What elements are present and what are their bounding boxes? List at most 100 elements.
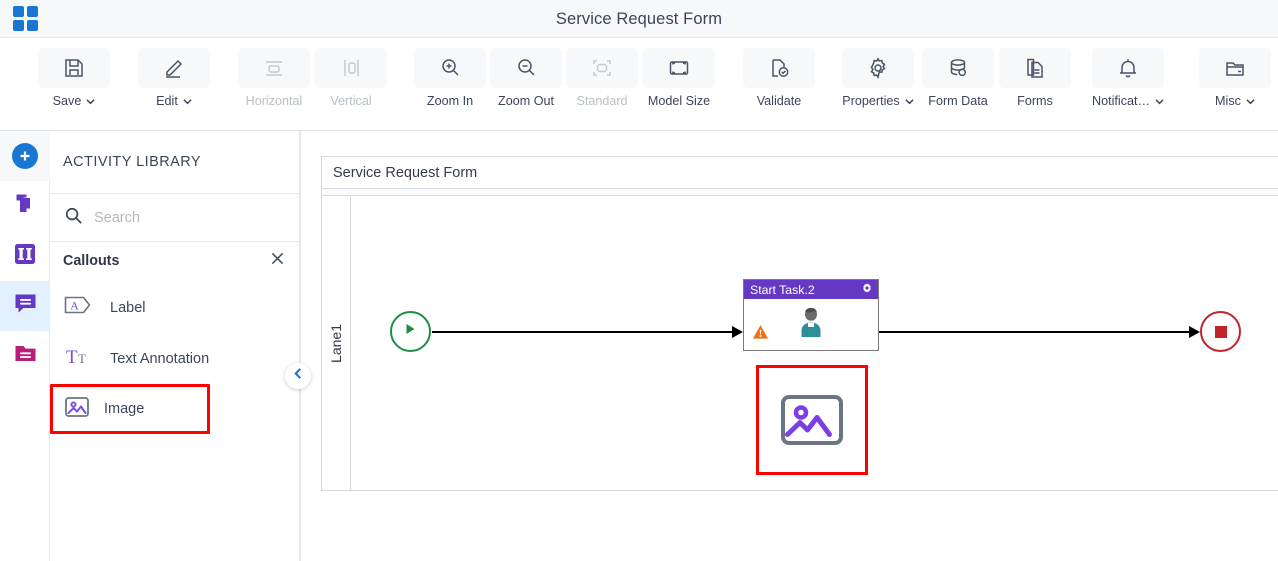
vertical-icon (315, 48, 387, 88)
toolbar-button-standard[interactable]: Standard (566, 48, 638, 108)
toolbar-label: Save (52, 94, 82, 108)
save-icon (38, 48, 110, 88)
toolbar-label: Form Data (928, 94, 988, 108)
horizontal-icon (238, 48, 310, 88)
toolbar-button-vertical[interactable]: Vertical (315, 48, 387, 108)
toolbar-label: Horizontal (245, 94, 303, 108)
toolbar-button-form-data[interactable]: Form Data (922, 48, 994, 108)
library-item-list: A Label TT Text Annotation Image (50, 280, 299, 434)
toolbar-label: Validate (756, 94, 802, 108)
toolbar-label: Edit (156, 94, 178, 108)
user-icon (795, 305, 827, 344)
document-icon (999, 48, 1071, 88)
search-input[interactable] (94, 209, 274, 226)
toolbar-button-properties[interactable]: Properties (842, 48, 914, 108)
page-title: Service Request Form (555, 10, 723, 28)
close-icon[interactable] (270, 251, 285, 271)
search-row[interactable] (50, 194, 299, 242)
rail-item-swimlanes[interactable] (0, 231, 50, 281)
comment-icon (12, 290, 39, 322)
pool-title: Service Request Form (322, 157, 1278, 189)
gear-icon[interactable] (861, 282, 873, 297)
svg-text:T: T (78, 351, 86, 366)
toolbar-label: Vertical (330, 94, 372, 108)
library-item-text-annotation[interactable]: TT Text Annotation (50, 333, 299, 384)
gear-icon (842, 48, 914, 88)
search-icon (64, 206, 83, 230)
toolbar-button-zoom-out[interactable]: Zoom Out (490, 48, 562, 108)
toolbar-button-horizontal[interactable]: Horizontal (238, 48, 310, 108)
library-item-label[interactable]: A Label (50, 282, 299, 333)
activity-library-panel: ACTIVITY LIBRARY Callouts A Label TT Tex… (50, 131, 311, 561)
toolbar-button-forms[interactable]: Forms (999, 48, 1071, 108)
task-start-task-2[interactable]: Start Task.2 (743, 279, 879, 351)
pool-spacer (322, 189, 1278, 196)
toolbar-button-misc[interactable]: Misc (1199, 48, 1271, 108)
folder-lines-icon (12, 340, 39, 372)
image-icon (64, 395, 90, 424)
toolbar-label: Forms (1017, 94, 1053, 108)
toolbar-label: Zoom In (426, 94, 474, 108)
library-item-text: Image (104, 401, 145, 417)
lane[interactable]: Lane1 Start Task.2 (322, 197, 1278, 490)
model-size-icon (643, 48, 715, 88)
library-group-label: Callouts (63, 253, 120, 269)
rail-item-callouts[interactable] (0, 281, 50, 331)
database-icon (922, 48, 994, 88)
chevron-left-icon (292, 367, 305, 385)
svg-text:A: A (70, 299, 79, 313)
warning-icon[interactable] (752, 324, 769, 345)
toolbar-label: Model Size (647, 94, 711, 108)
panel-collapse-button[interactable] (285, 363, 311, 389)
columns-icon (12, 241, 38, 272)
lane-label-text: Lane1 (328, 324, 344, 363)
title-bar: Service Request Form (0, 0, 1278, 38)
image-icon (781, 395, 843, 445)
text-annotation-icon: TT (64, 345, 94, 372)
toolbar: Save Edit Horizontal Vertical Zoom In Zo… (0, 38, 1278, 131)
chevron-down-icon (905, 97, 914, 106)
svg-text:T: T (66, 347, 78, 367)
library-item-image[interactable]: Image (50, 384, 210, 434)
chevron-down-icon (86, 97, 95, 106)
start-event[interactable] (390, 311, 431, 352)
toolbar-label: Properties (842, 94, 900, 108)
validate-icon (743, 48, 815, 88)
pool[interactable]: Service Request Form Lane1 Start Task.2 (321, 156, 1278, 491)
chevron-down-icon (183, 97, 192, 106)
toolbar-label: Misc (1215, 94, 1241, 108)
toolbar-button-notifications[interactable]: Notificat… (1092, 48, 1165, 108)
sequence-flow-2[interactable] (879, 326, 1201, 338)
toolbar-button-edit[interactable]: Edit (138, 48, 210, 108)
end-event[interactable] (1200, 311, 1241, 352)
folder-icon (1199, 48, 1271, 88)
bell-icon (1092, 48, 1165, 88)
rail-item-templates[interactable] (0, 181, 50, 231)
standard-icon (566, 48, 638, 88)
toolbar-button-zoom-in[interactable]: Zoom In (414, 48, 486, 108)
play-icon (404, 322, 417, 341)
library-item-text: Label (110, 299, 146, 316)
toolbar-label: Standard (576, 94, 628, 108)
chevron-down-icon (1246, 97, 1255, 106)
plus-circle-icon (12, 143, 38, 169)
stop-square-icon (1214, 325, 1227, 338)
rail-item-folders[interactable] (0, 331, 50, 381)
lane-label: Lane1 (322, 197, 351, 490)
task-title: Start Task.2 (750, 282, 815, 297)
toolbar-button-save[interactable]: Save (38, 48, 110, 108)
toolbar-button-validate[interactable]: Validate (743, 48, 815, 108)
lane-body[interactable]: Start Task.2 (351, 197, 1278, 490)
sequence-flow-1[interactable] (432, 326, 744, 338)
image-shape[interactable] (756, 365, 868, 475)
library-item-text: Text Annotation (110, 350, 210, 367)
zoom-in-icon (414, 48, 486, 88)
pencil-icon (138, 48, 210, 88)
copy-pages-icon (11, 190, 39, 223)
toolbar-button-model-size[interactable]: Model Size (643, 48, 715, 108)
library-group-header: Callouts (50, 242, 299, 280)
diagram-canvas[interactable]: Service Request Form Lane1 Start Task.2 (300, 131, 1278, 561)
task-body (744, 299, 878, 350)
rail-item-add[interactable] (0, 131, 50, 181)
left-rail (0, 131, 50, 561)
